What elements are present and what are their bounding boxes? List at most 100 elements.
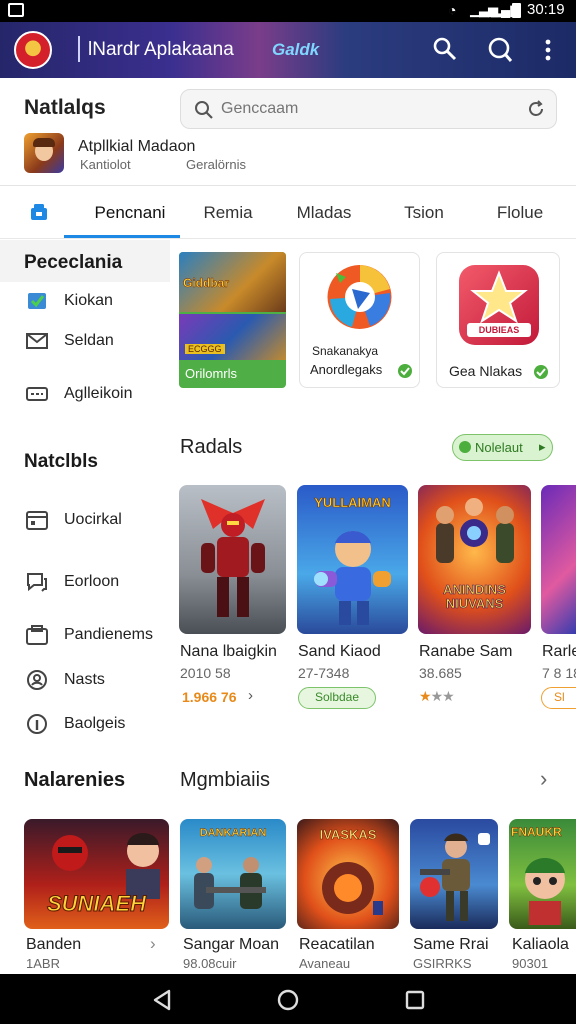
card-icon <box>24 383 50 405</box>
section-heading: Mgmbiaiis <box>180 769 271 791</box>
sidebar-item-label: Kiokan <box>64 292 113 309</box>
checkmark-box-icon <box>24 290 50 312</box>
game-code: 1ABR <box>26 956 60 971</box>
chat-icon <box>24 571 50 593</box>
sidebar-item-label: Eorloon <box>64 573 120 590</box>
search-input[interactable] <box>221 96 501 122</box>
search-icon <box>193 99 215 121</box>
game-title[interactable]: Kaliaola <box>512 936 576 954</box>
install-button[interactable]: Solbdae <box>298 687 376 709</box>
game-rating: 1.966 76 <box>182 689 237 705</box>
promo-tile-label: Orilomrls <box>185 366 237 381</box>
tab-pencnani[interactable]: Pencnani <box>80 186 180 238</box>
star-app-icon: DUBIEAS <box>459 265 539 345</box>
app-logo-icon <box>322 259 398 335</box>
user-icon <box>24 669 50 691</box>
sidebar-section-title: Natclbls <box>24 451 98 472</box>
star-rating-icon: ★★★ <box>419 688 455 704</box>
game-thumbnail[interactable]: YULLAIMAN <box>297 485 408 634</box>
sidebar-item-eorloon[interactable]: Eorloon <box>24 567 119 597</box>
promo-tile[interactable]: Giddbar ECGGG Orilomrls <box>179 252 286 388</box>
tab-remia[interactable]: Remia <box>192 186 264 238</box>
game-thumbnail[interactable] <box>410 819 498 929</box>
app-logo-icon[interactable] <box>14 31 52 69</box>
game-thumbnail[interactable] <box>179 485 286 634</box>
promo-tile[interactable]: DUBIEAS Gea Nlakas <box>436 252 560 388</box>
sidebar-item-uocirkal[interactable]: Uocirkal <box>24 505 122 535</box>
app-bar: lNardr Aplakaana Galdk <box>0 22 576 78</box>
recents-icon[interactable] <box>404 989 426 1011</box>
calendar-icon <box>24 509 50 531</box>
wifi-icon: ◔ <box>448 2 457 18</box>
divider <box>0 238 576 239</box>
status-bar: ◔ ▁▃▅ ▂▄▆ 30:19 <box>0 0 576 22</box>
game-thumbnail[interactable]: ANINDINS NIUVANS <box>418 485 531 634</box>
chevron-right-icon[interactable]: › <box>150 934 156 954</box>
home-tab-icon[interactable] <box>28 202 50 222</box>
section-heading: Radals <box>180 436 243 458</box>
game-thumbnail[interactable] <box>541 485 576 634</box>
sidebar-section-title: Pececlania <box>24 252 123 273</box>
verified-icon <box>398 364 412 378</box>
sidebar-item-label: Aglleikoin <box>64 385 133 402</box>
sidebar-item-label: Baolgeis <box>64 715 126 732</box>
chevron-right-icon[interactable]: › <box>248 687 253 704</box>
search-icon[interactable] <box>432 36 458 62</box>
game-code: GSIRRKS <box>413 956 472 971</box>
game-title[interactable]: Nana lbaigkin <box>180 643 290 661</box>
folder-icon <box>24 624 50 646</box>
sidebar-item-label: Nasts <box>64 671 105 688</box>
more-options-icon[interactable] <box>544 38 552 62</box>
tab-flolue[interactable]: Flolue <box>484 186 556 238</box>
game-title[interactable]: Reacatilan <box>299 936 405 954</box>
sidebar-item-aglleikoin[interactable]: Aglleikoin <box>24 379 132 409</box>
featured-app-icon[interactable] <box>24 133 64 173</box>
shield-icon <box>459 441 471 453</box>
game-title[interactable]: Same Rrai <box>413 936 505 954</box>
game-title[interactable]: Sangar Moan <box>183 936 291 954</box>
game-code: 38.685 <box>419 665 462 681</box>
voice-search-icon[interactable] <box>486 36 514 64</box>
game-thumbnail[interactable]: FNAUKR <box>509 819 576 929</box>
sidebar-item-pandienems[interactable]: Pandienems <box>24 620 153 650</box>
game-thumbnail[interactable]: DANKARIAN <box>180 819 286 929</box>
sidebar-item-label: Uocirkal <box>64 511 122 528</box>
refresh-icon[interactable] <box>525 98 547 120</box>
sidebar-item-baolgeis[interactable]: Baolgeis <box>24 709 125 739</box>
clock: 30:19 <box>527 1 565 18</box>
promo-tile[interactable]: Snakanakya Anordlegaks <box>299 252 420 388</box>
featured-app-name[interactable]: Atpllkial Madaon <box>78 138 195 156</box>
featured-app-sub: Kantiolot <box>80 157 131 172</box>
game-title[interactable]: Banden <box>26 936 146 954</box>
sidebar-item-nasts[interactable]: Nasts <box>24 665 105 695</box>
game-thumbnail[interactable]: IVASKAS <box>297 819 399 929</box>
chevron-right-icon[interactable]: › <box>540 766 547 792</box>
notification-icon <box>8 3 24 17</box>
sidebar-item-seldan[interactable]: Seldan <box>24 326 114 356</box>
game-title[interactable]: Ranabe Sam <box>419 643 533 661</box>
see-all-button[interactable]: Nolelaut ▸ <box>452 434 553 461</box>
game-code: 27-7348 <box>298 665 350 681</box>
game-code: 98.08cuir <box>183 956 237 971</box>
install-button[interactable]: Sl <box>541 687 576 709</box>
info-icon <box>24 713 50 735</box>
search-bar[interactable] <box>180 89 557 129</box>
game-title[interactable]: Sand Kiaod <box>298 643 408 661</box>
back-icon[interactable] <box>150 988 174 1012</box>
promo-art: Giddbar <box>179 252 286 312</box>
game-code: 2010 58 <box>180 665 231 681</box>
promo-art: ECGGG <box>179 314 286 360</box>
game-thumbnail[interactable]: SUNIAEH <box>24 819 169 929</box>
tab-mladas[interactable]: Mladas <box>282 186 366 238</box>
home-icon[interactable] <box>276 988 300 1012</box>
game-title[interactable]: Rarle <box>542 643 576 661</box>
banner-text: Galdk <box>272 40 320 59</box>
game-code: Avaneau <box>299 956 351 971</box>
sidebar-item-kiokan[interactable]: Kiokan <box>24 286 113 316</box>
verified-icon <box>534 365 548 379</box>
mail-icon <box>24 330 50 352</box>
tab-tsion[interactable]: Tsion <box>390 186 458 238</box>
divider <box>78 36 80 62</box>
sidebar-item-label: Seldan <box>64 332 114 349</box>
featured-app-sub2: Geralörnis <box>186 157 246 172</box>
